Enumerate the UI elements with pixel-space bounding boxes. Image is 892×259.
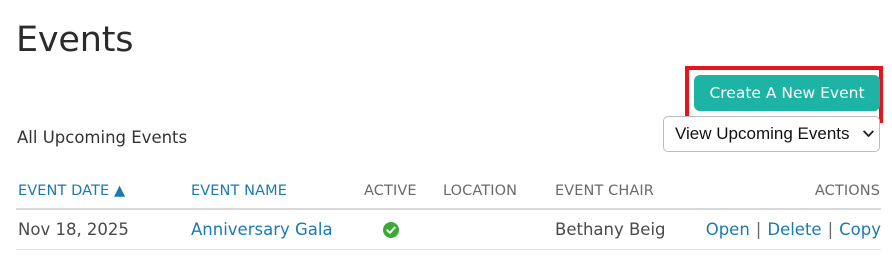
column-header-active: ACTIVE <box>364 183 417 199</box>
copy-event-link[interactable]: Copy <box>839 220 881 239</box>
page-title: Events <box>16 20 134 60</box>
section-label: All Upcoming Events <box>17 128 188 147</box>
create-new-event-button[interactable]: Create A New Event <box>694 75 880 111</box>
row-actions: Open | Delete | Copy <box>706 219 881 241</box>
event-name-link[interactable]: Anniversary Gala <box>191 220 333 239</box>
check-circle-icon <box>383 222 399 238</box>
column-header-location: LOCATION <box>443 183 518 199</box>
cell-event-name[interactable]: Anniversary Gala <box>191 219 333 241</box>
table-header: EVENT DATE ▲ EVENT NAME ACTIVE LOCATION … <box>0 180 892 202</box>
delete-event-link[interactable]: Delete <box>767 220 821 239</box>
chevron-down-icon <box>862 117 874 151</box>
column-header-event-chair: EVENT CHAIR <box>555 183 654 199</box>
view-filter-select[interactable]: View Upcoming Events <box>663 116 880 152</box>
column-header-event-date[interactable]: EVENT DATE ▲ <box>18 180 125 202</box>
column-header-event-name[interactable]: EVENT NAME <box>191 180 287 202</box>
action-separator: | <box>827 220 834 239</box>
open-event-link[interactable]: Open <box>706 220 750 239</box>
column-header-actions: ACTIONS <box>814 183 880 199</box>
row-divider <box>16 249 881 250</box>
action-separator: | <box>755 220 762 239</box>
cell-event-date: Nov 18, 2025 <box>18 220 129 239</box>
view-filter-selected-value: View Upcoming Events <box>675 124 850 143</box>
cell-event-chair: Bethany Beig <box>555 220 666 239</box>
